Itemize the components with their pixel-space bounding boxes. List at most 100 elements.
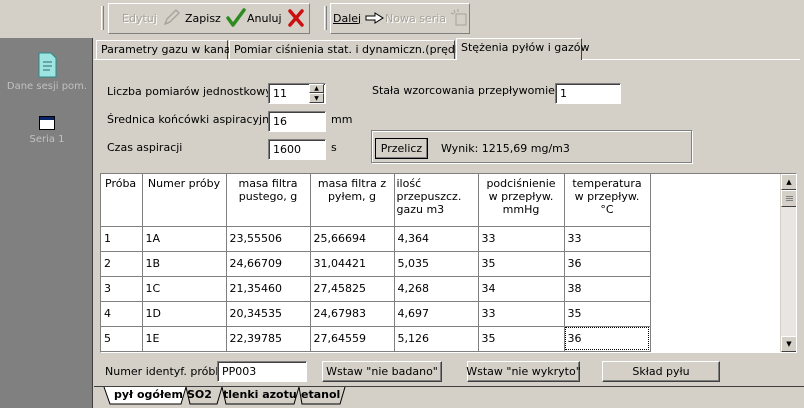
sheet-tab-so2[interactable]: SO2 — [181, 387, 218, 404]
sheet-tab-ethanol[interactable]: etanol — [295, 387, 346, 404]
aspiration-time-input[interactable]: 1600 — [268, 139, 326, 160]
table-cell[interactable]: 33 — [478, 301, 565, 327]
sidebar-item-label: Seria 1 — [29, 134, 65, 145]
column-header[interactable]: podciśnienie w przepływ. mmHg — [478, 174, 565, 227]
table-cell[interactable]: 35 — [478, 251, 565, 277]
next-button[interactable]: Dalej — [333, 7, 385, 29]
table-cell[interactable]: 22,39785 — [226, 326, 311, 352]
table-cell[interactable]: 5,035 — [394, 251, 479, 277]
sample-id-label: Numer identyf. próbki — [105, 365, 225, 378]
sheet-tab-label: tlenki azotu — [223, 388, 297, 401]
table-row[interactable]: 2 1B 24,66709 31,04421 5,035 35 36 — [101, 251, 651, 277]
checkmark-icon — [226, 8, 246, 27]
table-cell[interactable]: 4,697 — [394, 301, 479, 327]
sidebar-item-label: Dane sesji pom. — [6, 81, 88, 92]
aspiration-time-label: Czas aspiracji — [107, 141, 183, 154]
measurements-count-value: 11 — [273, 87, 287, 100]
table-cell[interactable]: 1 — [101, 226, 143, 252]
table-row[interactable]: 5 1E 22,39785 27,64559 5,126 35 36 — [101, 326, 651, 352]
window-icon — [39, 116, 55, 130]
table-cell[interactable]: 33 — [478, 226, 565, 252]
table-cell[interactable]: 5,126 — [394, 326, 479, 352]
table-cell[interactable]: 23,55506 — [226, 226, 311, 252]
toolbar-grip-2[interactable] — [324, 6, 327, 30]
insert-not-tested-button[interactable]: Wstaw "nie badano" — [322, 361, 442, 382]
table-cell[interactable]: 35 — [564, 301, 651, 327]
table-cell[interactable]: 38 — [564, 276, 651, 302]
samples-grid[interactable]: Próba Numer próby masa filtra pustego, g… — [100, 173, 797, 353]
table-cell[interactable]: 34 — [478, 276, 565, 302]
sheet-tab-total-dust[interactable]: pył ogółem — [108, 387, 189, 404]
table-row[interactable]: 4 1D 20,34535 24,67983 4,697 33 35 — [101, 301, 651, 327]
new-series-button[interactable]: Nowa seria — [385, 7, 470, 29]
sidebar-item-session-data[interactable]: Dane sesji pom. — [4, 52, 90, 92]
table-cell[interactable]: 1E — [142, 326, 227, 352]
column-header[interactable]: temperatura w przepływ. °C — [564, 174, 651, 227]
pointing-hand-icon — [365, 12, 385, 24]
grid-vertical-scrollbar[interactable]: ▲ ▼ — [780, 174, 796, 352]
toolbar: Edytuj Zapisz Anuluj Dalej Nowa seria — [0, 0, 804, 38]
table-cell[interactable]: 24,66709 — [226, 251, 311, 277]
scroll-thumb[interactable] — [781, 190, 796, 207]
spin-down-button[interactable]: ▼ — [309, 93, 324, 103]
insert-not-detected-button[interactable]: Wstaw "nie wykryto" — [466, 361, 581, 382]
scroll-down-button[interactable]: ▼ — [781, 336, 796, 352]
edit-button[interactable]: Edytuj — [122, 7, 181, 29]
calibration-constant-label: Stała wzorcowania przepływomierza — [372, 84, 572, 97]
column-header[interactable]: masa filtra z pyłem, g — [310, 174, 395, 227]
table-cell[interactable]: 31,04421 — [310, 251, 395, 277]
sample-id-value: PP003 — [222, 365, 257, 378]
column-header[interactable]: masa filtra pustego, g — [226, 174, 311, 227]
calibration-constant-input[interactable]: 1 — [555, 83, 621, 104]
table-cell[interactable]: 4,268 — [394, 276, 479, 302]
table-cell[interactable]: 35 — [478, 326, 565, 352]
table-cell[interactable]: 1B — [142, 251, 227, 277]
new-series-label: Nowa seria — [385, 11, 447, 25]
calibration-constant-value: 1 — [560, 87, 567, 100]
cancel-button[interactable]: Anuluj — [247, 7, 306, 29]
table-cell[interactable]: 20,34535 — [226, 301, 311, 327]
table-cell[interactable]: 24,67983 — [310, 301, 395, 327]
sample-id-input[interactable]: PP003 — [217, 361, 307, 382]
table-cell[interactable]: 1A — [142, 226, 227, 252]
spinner-arrows[interactable]: ▲ ▼ — [309, 84, 324, 103]
tip-diameter-unit: mm — [331, 113, 353, 126]
scroll-up-button[interactable]: ▲ — [781, 174, 796, 190]
table-cell-selected[interactable]: 36 — [564, 326, 651, 352]
table-cell[interactable]: 4 — [101, 301, 143, 327]
recalculate-button[interactable]: Przelicz — [375, 138, 428, 159]
tab-pressure-measurement[interactable]: Pomiar ciśnienia stat. i dynamiczn.(pręd… — [229, 40, 487, 59]
tab-gas-parameters[interactable]: Parametry gazu w kanale — [96, 40, 240, 59]
column-header[interactable]: Numer próby — [142, 174, 227, 227]
table-cell[interactable]: 2 — [101, 251, 143, 277]
sidebar-item-series-1[interactable]: Seria 1 — [4, 116, 90, 145]
table-cell[interactable]: 1C — [142, 276, 227, 302]
tab-label: Pomiar ciśnienia stat. i dynamiczn.(pręd… — [234, 43, 487, 56]
insert-not-detected-label: Wstaw "nie wykryto" — [466, 365, 581, 378]
table-cell[interactable]: 1D — [142, 301, 227, 327]
table-cell[interactable]: 33 — [564, 226, 651, 252]
table-cell[interactable]: 5 — [101, 326, 143, 352]
spin-up-button[interactable]: ▲ — [309, 84, 324, 93]
dust-composition-button[interactable]: Skład pyłu — [602, 361, 720, 382]
tip-diameter-input[interactable]: 16 — [268, 111, 326, 132]
table-cell[interactable]: 36 — [564, 251, 651, 277]
aspiration-time-unit: s — [331, 141, 337, 154]
edit-label: Edytuj — [122, 11, 157, 25]
table-cell[interactable]: 27,64559 — [310, 326, 395, 352]
sheet-tab-nitrogen-oxides[interactable]: tlenki azotu — [217, 387, 303, 404]
table-cell[interactable]: 3 — [101, 276, 143, 302]
table-cell[interactable]: 21,35460 — [226, 276, 311, 302]
column-header[interactable]: ilość przepuszcz. gazu m3 — [394, 174, 479, 227]
column-header[interactable]: Próba — [101, 174, 143, 227]
tip-diameter-value: 16 — [273, 115, 287, 128]
tab-dust-gas-concentration[interactable]: Stężenia pyłów i gazów — [456, 38, 590, 60]
table-cell[interactable]: 4,364 — [394, 226, 479, 252]
save-label: Zapisz — [185, 11, 221, 25]
save-button[interactable]: Zapisz — [185, 7, 247, 29]
table-row[interactable]: 1 1A 23,55506 25,66694 4,364 33 33 — [101, 226, 651, 252]
table-row[interactable]: 3 1C 21,35460 27,45825 4,268 34 38 — [101, 276, 651, 302]
toolbar-grip[interactable] — [101, 6, 104, 30]
table-cell[interactable]: 27,45825 — [310, 276, 395, 302]
table-cell[interactable]: 25,66694 — [310, 226, 395, 252]
